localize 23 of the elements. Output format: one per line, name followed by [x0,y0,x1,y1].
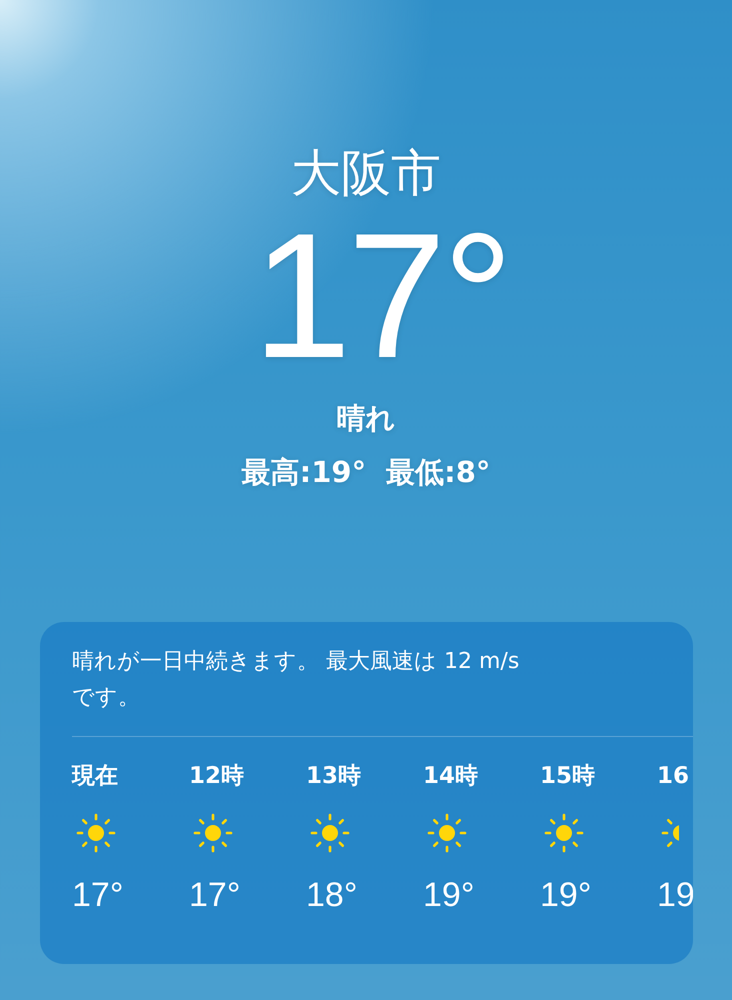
sun-icon [310,813,350,853]
forecast-summary: 晴れが一日中続きます。 最大風速は 12 m/sです。 [72,648,520,712]
hour-temperature: 18° [306,875,358,915]
sun-icon [76,813,116,853]
hour-label: 13時 [306,762,362,791]
hour-temperature: 17° [189,875,240,915]
hour-temperature: 19 [657,875,693,915]
hour-temperature: 17° [72,875,124,915]
hour-label: 14時 [423,762,478,791]
hour-label: 12時 [189,762,244,791]
hour-label: 15時 [540,762,596,791]
high-temperature: 最高:19° [242,454,366,491]
low-temperature: 最低:8° [386,454,490,491]
hour-label: 現在 [72,762,118,791]
hour-temperature: 19° [423,875,474,915]
sun-icon [193,813,233,853]
sun-icon [427,813,467,853]
weather-condition: 晴れ [336,400,396,437]
hour-label: 16 [657,762,690,791]
hour-temperature: 19° [540,875,592,915]
current-temperature: 17° [252,206,510,386]
sun-icon [544,813,584,853]
city-name: 大阪市 [291,143,441,204]
